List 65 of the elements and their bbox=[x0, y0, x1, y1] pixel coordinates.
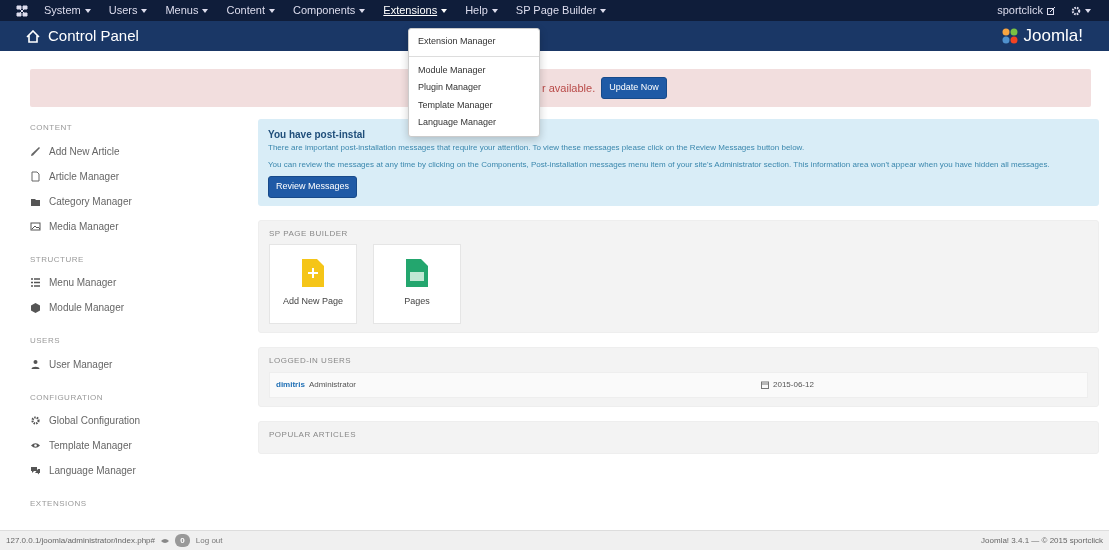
section-heading: USERS bbox=[30, 336, 62, 346]
visitor-count: 0 bbox=[175, 533, 190, 548]
menu-item[interactable]: Extensions bbox=[381, 2, 450, 19]
joomla-logo-icon bbox=[1001, 27, 1020, 45]
site-link[interactable]: sportclick bbox=[995, 2, 1045, 19]
file-icon bbox=[30, 170, 41, 182]
message-text: You can review the messages at any time by clicking on the Components, Post-installation messages menu item of your site's Administrator section. This information area won't appear when you have hidden all messages. bbox=[268, 159, 1051, 171]
quick-icon-tile[interactable]: Pages bbox=[373, 244, 461, 325]
list-icon bbox=[30, 277, 41, 289]
menu-item[interactable]: Menus bbox=[163, 2, 211, 19]
sidebar-link[interactable]: User Manager bbox=[30, 351, 250, 377]
menu-item[interactable]: System bbox=[42, 2, 93, 19]
sidebar-link[interactable]: Language Manager bbox=[30, 458, 250, 484]
alert-text: r available. bbox=[542, 80, 596, 96]
section-heading: CONTENT bbox=[30, 123, 74, 133]
panel-heading: LOGGED-IN USERS bbox=[269, 356, 353, 366]
menu-item[interactable]: Components bbox=[291, 2, 368, 19]
sidebar-link[interactable]: Menu Manager bbox=[30, 270, 250, 296]
sidebar-link[interactable]: Add New Article bbox=[30, 138, 250, 164]
image-icon bbox=[30, 220, 41, 232]
gear-icon bbox=[1071, 6, 1081, 17]
comments-icon bbox=[30, 465, 41, 477]
menu-item[interactable]: Help bbox=[463, 2, 500, 19]
pencil-icon bbox=[30, 145, 41, 157]
review-messages-button[interactable]: Review Messages bbox=[268, 176, 358, 198]
dropdown-item[interactable]: Language Manager bbox=[409, 114, 539, 132]
gear-icon bbox=[30, 415, 41, 427]
add-page-icon bbox=[302, 259, 324, 288]
dropdown-item[interactable]: Template Manager bbox=[409, 96, 539, 114]
section-heading: EXTENSIONS bbox=[30, 499, 88, 509]
section-heading: CONFIGURATION bbox=[30, 392, 104, 403]
user-role: Administrator bbox=[308, 378, 357, 391]
panel-heading: POPULAR ARTICLES bbox=[269, 429, 357, 440]
menu-item[interactable]: SP Page Builder bbox=[513, 2, 609, 19]
status-url: 127.0.0.1/joomla/administrator/index.php# bbox=[6, 534, 155, 547]
menu-item[interactable]: Users bbox=[106, 2, 150, 19]
pages-icon bbox=[406, 259, 428, 288]
joomla-logo: Joomla! bbox=[1001, 23, 1083, 49]
external-link-icon bbox=[1047, 6, 1055, 15]
user-icon bbox=[30, 358, 41, 370]
calendar-icon bbox=[761, 380, 769, 389]
message-text: There are important post-installation messages that require your attention. To view these messages please click on the Review Messages button below. bbox=[268, 142, 806, 154]
sidebar-link[interactable]: Category Manager bbox=[30, 188, 250, 214]
menu-item[interactable]: Content bbox=[224, 2, 277, 19]
home-icon bbox=[26, 29, 40, 43]
logout-link[interactable]: Log out bbox=[195, 534, 223, 547]
message-title: You have post-instal bbox=[268, 128, 367, 142]
section-heading: STRUCTURE bbox=[30, 254, 85, 265]
dropdown-item[interactable]: Module Manager bbox=[409, 61, 539, 79]
sidebar-link[interactable]: Media Manager bbox=[30, 213, 250, 239]
dropdown-item[interactable]: Extension Manager bbox=[409, 33, 539, 51]
panel-heading: SP PAGE BUILDER bbox=[269, 228, 349, 239]
user-link[interactable]: dimitris bbox=[276, 378, 305, 391]
version-text: Joomla! 3.4.1 — © 2015 sportclick bbox=[981, 534, 1103, 547]
sidebar-link[interactable]: Template Manager bbox=[30, 433, 250, 459]
eye-icon bbox=[161, 537, 169, 544]
sidebar-link[interactable]: Module Manager bbox=[30, 295, 250, 321]
quick-icon-tile[interactable]: Add New Page bbox=[269, 244, 357, 325]
sidebar-link[interactable]: Global Configuration bbox=[30, 408, 250, 434]
dropdown-item[interactable]: Plugin Manager bbox=[409, 79, 539, 97]
page-title: Control Panel bbox=[48, 25, 139, 46]
login-date: 2015-06-12 bbox=[773, 378, 814, 391]
cube-icon bbox=[30, 302, 41, 314]
sidebar-link[interactable]: Article Manager bbox=[30, 163, 250, 189]
update-now-button[interactable]: Update Now bbox=[601, 77, 667, 99]
